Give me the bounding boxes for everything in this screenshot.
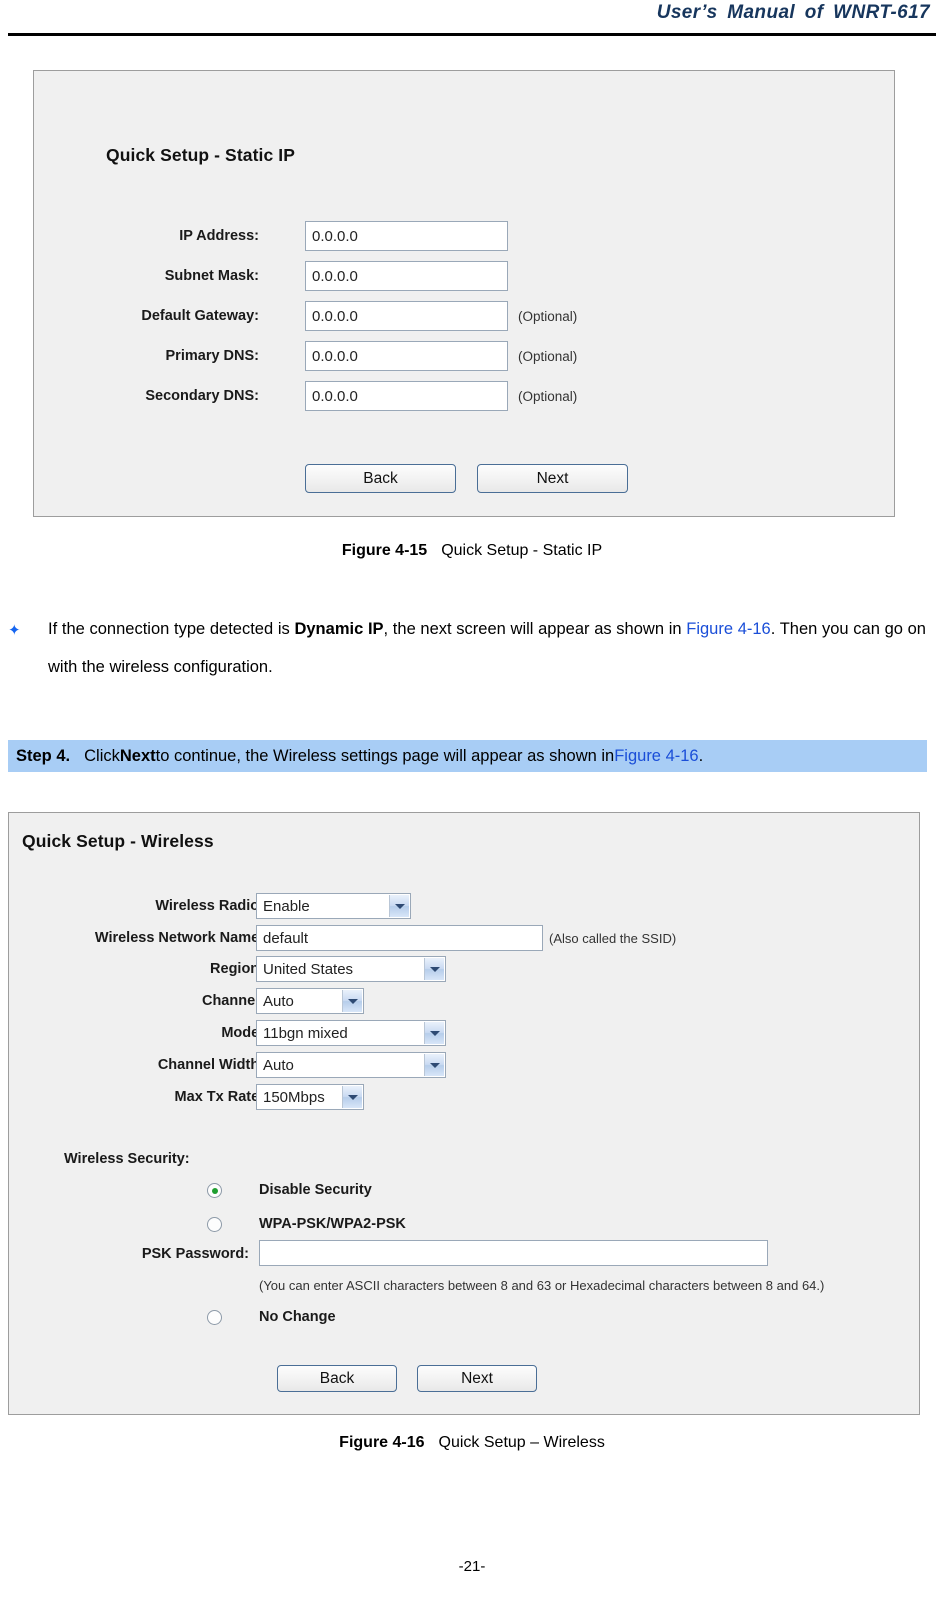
figure-4-16-caption: Figure 4-16 Quick Setup – Wireless xyxy=(0,1434,944,1452)
paragraph-bold-dynamic-ip: Dynamic IP xyxy=(294,620,384,638)
chevron-down-icon[interactable] xyxy=(342,1086,362,1108)
wireless-radio-select[interactable]: Enable xyxy=(256,893,411,919)
radio-wpa-psk-label: WPA-PSK/WPA2-PSK xyxy=(259,1216,406,1232)
diamond-bullet-icon: ✦ xyxy=(8,622,21,639)
primary-dns-input[interactable]: 0.0.0.0 xyxy=(305,341,508,371)
primary-dns-label: Primary DNS: xyxy=(165,348,259,364)
step-4-text-2: to continue, the Wireless settings page … xyxy=(155,746,615,765)
channel-width-label: Channel Width: xyxy=(157,1057,264,1073)
step-4-text-3: . xyxy=(698,746,704,765)
subnet-mask-input[interactable]: 0.0.0.0 xyxy=(305,261,508,291)
dynamic-ip-paragraph: If the connection type detected is Dynam… xyxy=(48,610,926,686)
secondary-dns-input[interactable]: 0.0.0.0 xyxy=(305,381,508,411)
paragraph-text-2: , the next screen will appear as shown i… xyxy=(383,620,687,638)
ip-address-input[interactable]: 0.0.0.0 xyxy=(305,221,508,251)
default-gateway-input[interactable]: 0.0.0.0 xyxy=(305,301,508,331)
psk-password-input[interactable] xyxy=(259,1240,768,1266)
chevron-down-icon[interactable] xyxy=(424,1022,444,1044)
static-ip-back-button[interactable]: Back xyxy=(305,464,456,493)
ssid-note: (Also called the SSID) xyxy=(549,931,677,946)
primary-dns-optional-note: (Optional) xyxy=(518,349,578,364)
figure-4-16-number: Figure 4-16 xyxy=(339,1434,425,1451)
figure-4-16-title: Quick Setup – Wireless xyxy=(438,1434,605,1451)
wireless-back-button[interactable]: Back xyxy=(277,1365,397,1392)
radio-disable-security[interactable] xyxy=(207,1183,222,1198)
region-select[interactable]: United States xyxy=(256,956,446,982)
chevron-down-icon[interactable] xyxy=(342,990,362,1012)
paragraph-link-figure-4-16[interactable]: Figure 4-16 xyxy=(686,620,770,638)
mode-label: Mode: xyxy=(221,1025,264,1041)
paragraph-text-1: If the connection type detected is xyxy=(48,620,295,638)
figure-4-15-title: Quick Setup - Static IP xyxy=(441,542,603,559)
radio-wpa-psk[interactable] xyxy=(207,1217,222,1232)
secondary-dns-label: Secondary DNS: xyxy=(145,388,259,404)
max-tx-rate-select[interactable]: 150Mbps xyxy=(256,1084,364,1110)
mode-value: 11bgn mixed xyxy=(263,1024,348,1042)
wireless-network-name-input[interactable]: default xyxy=(256,925,543,951)
channel-select[interactable]: Auto xyxy=(256,988,364,1014)
secondary-dns-optional-note: (Optional) xyxy=(518,389,578,404)
static-ip-panel-title: Quick Setup - Static IP xyxy=(106,145,296,165)
header-divider xyxy=(8,33,936,36)
max-tx-rate-label: Max Tx Rate: xyxy=(174,1089,264,1105)
radio-no-change-label: No Change xyxy=(259,1309,336,1325)
max-tx-rate-value: 150Mbps xyxy=(263,1088,325,1106)
wireless-panel-title: Quick Setup - Wireless xyxy=(22,831,214,851)
chevron-down-icon[interactable] xyxy=(389,895,409,917)
static-ip-next-button[interactable]: Next xyxy=(477,464,628,493)
chevron-down-icon[interactable] xyxy=(424,958,444,980)
step-4-band: Step 4. Click Next to continue, the Wire… xyxy=(8,740,927,772)
wireless-network-name-label: Wireless Network Name: xyxy=(94,930,264,946)
region-label: Region: xyxy=(210,961,264,977)
manual-title: User’s Manual of WNRT-617 xyxy=(656,2,930,23)
default-gateway-optional-note: (Optional) xyxy=(518,309,578,324)
figure-4-15-number: Figure 4-15 xyxy=(341,542,428,559)
subnet-mask-label: Subnet Mask: xyxy=(164,268,259,284)
default-gateway-label: Default Gateway: xyxy=(141,308,259,324)
radio-disable-security-label: Disable Security xyxy=(259,1182,372,1198)
radio-no-change[interactable] xyxy=(207,1310,222,1325)
wireless-next-button[interactable]: Next xyxy=(417,1365,537,1392)
wireless-radio-label: Wireless Radio: xyxy=(155,898,264,914)
channel-width-select[interactable]: Auto xyxy=(256,1052,446,1078)
psk-password-hint: (You can enter ASCII characters between … xyxy=(259,1278,825,1293)
static-ip-panel: Quick Setup - Static IP IP Address: 0.0.… xyxy=(33,70,895,517)
mode-select[interactable]: 11bgn mixed xyxy=(256,1020,446,1046)
step-4-number: Step 4. xyxy=(16,746,71,765)
channel-label: Channel: xyxy=(201,993,264,1009)
wireless-panel: Quick Setup - Wireless Wireless Radio: E… xyxy=(8,812,920,1415)
channel-value: Auto xyxy=(263,992,294,1010)
wireless-radio-value: Enable xyxy=(263,897,310,915)
step-4-bold-next: Next xyxy=(119,746,156,765)
channel-width-value: Auto xyxy=(263,1056,294,1074)
psk-password-label: PSK Password: xyxy=(141,1246,249,1262)
step-4-link-figure-4-16[interactable]: Figure 4-16 xyxy=(614,747,698,766)
region-value: United States xyxy=(263,960,354,978)
wireless-security-label: Wireless Security: xyxy=(64,1151,190,1167)
ip-address-label: IP Address: xyxy=(179,228,259,244)
figure-4-15-caption: Figure 4-15 Quick Setup - Static IP xyxy=(0,542,944,560)
chevron-down-icon[interactable] xyxy=(424,1054,444,1076)
step-4-text-1: Click xyxy=(84,746,120,765)
page-number: -21- xyxy=(458,1558,486,1575)
